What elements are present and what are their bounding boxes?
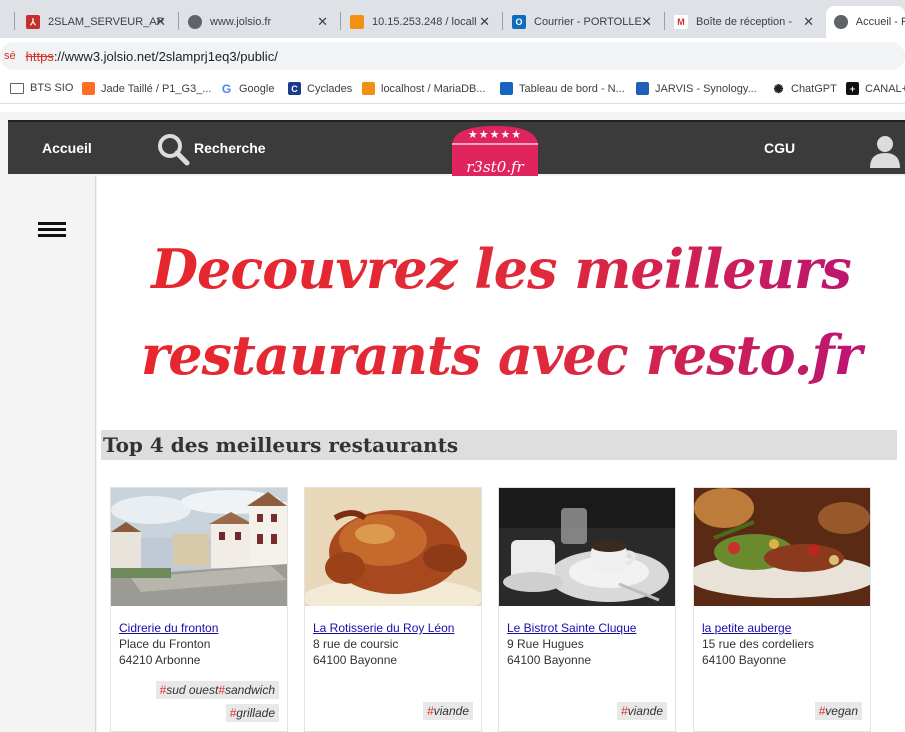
tab-outlook[interactable]: O Courrier - PORTOLLE ✕ xyxy=(504,6,662,38)
tab-separator xyxy=(178,12,179,30)
url-text: ://www3.jolsio.net/2slamprj1eq3/public/ xyxy=(53,48,278,64)
tab-separator xyxy=(14,12,15,30)
bookmark-mariadb[interactable]: localhost / MariaDB... xyxy=(362,82,486,95)
restaurant-photo[interactable] xyxy=(111,488,287,606)
restaurant-tags: #viande xyxy=(421,697,473,720)
tab-jolsio[interactable]: www.jolsio.fr ✕ xyxy=(180,6,338,38)
tab-gmail[interactable]: M Boîte de réception - ✕ xyxy=(666,6,824,38)
nav-cgu-link[interactable]: CGU xyxy=(764,140,795,156)
restaurant-card: La Rotisserie du Roy Léon 8 rue de cours… xyxy=(304,487,482,732)
restaurant-info: la petite auberge 15 rue des cordeliers … xyxy=(694,606,870,668)
user-icon[interactable] xyxy=(867,134,903,168)
globe-icon xyxy=(834,15,848,29)
address-bar[interactable]: sé https ://www3.jolsio.net/2slamprj1eq3… xyxy=(0,42,905,70)
tab-separator xyxy=(340,12,341,30)
bookmark-chatgpt[interactable]: ✺ ChatGPT xyxy=(772,81,837,96)
bookmarks-bar: BTS SIO Jade Taillé / P1_G3_... G Google… xyxy=(0,76,905,104)
dashboard-icon xyxy=(500,82,513,95)
restaurant-city: 64100 Bayonne xyxy=(313,653,398,667)
site-navbar: Accueil Recherche ★★★★★ r3st0.fr CGU xyxy=(8,120,905,186)
bookmark-google[interactable]: G Google xyxy=(220,81,274,96)
restaurant-name-link[interactable]: Cidrerie du fronton xyxy=(119,621,218,635)
restaurant-street: 8 rue de coursic xyxy=(313,637,399,651)
restaurant-card: la petite auberge 15 rue des cordeliers … xyxy=(693,487,871,732)
restaurant-city: 64210 Arbonne xyxy=(119,653,201,667)
web-page: Accueil Recherche ★★★★★ r3st0.fr CGU Dec… xyxy=(0,112,905,732)
restaurant-street: 9 Rue Hugues xyxy=(507,637,584,651)
bookmark-bts-sio[interactable]: BTS SIO xyxy=(10,82,73,94)
tab-separator xyxy=(502,12,503,30)
restaurant-name-link[interactable]: la petite auberge xyxy=(702,621,791,635)
hero-line-1: Decouvrez les meilleurs xyxy=(97,226,905,312)
tag-badge[interactable]: #sud ouest#sandwich xyxy=(155,681,279,699)
tab-phpmyadmin[interactable]: 10.15.253.248 / locall ✕ xyxy=(342,6,500,38)
tag-badge[interactable]: #viande xyxy=(422,702,473,720)
gitlab-icon xyxy=(82,82,95,95)
tag-badge[interactable]: #grillade xyxy=(225,704,279,722)
restaurant-tags: #vegan xyxy=(813,697,862,720)
tag-badge[interactable]: #viande xyxy=(616,702,667,720)
section-title: Top 4 des meilleurs restaurants xyxy=(101,430,897,460)
phpmyadmin-icon xyxy=(350,15,364,29)
close-icon[interactable]: ✕ xyxy=(641,14,652,30)
tab-separator xyxy=(664,12,665,30)
nav-home-link[interactable]: Accueil xyxy=(42,140,92,156)
browser-tab-bar: ⅄ 2SLAM_SERVEUR_AP ✕ www.jolsio.fr ✕ 10.… xyxy=(0,0,905,38)
restaurant-name-link[interactable]: La Rotisserie du Roy Léon xyxy=(313,621,454,635)
security-label[interactable]: sé xyxy=(4,50,16,62)
close-icon[interactable]: ✕ xyxy=(479,14,490,30)
restaurant-photo[interactable] xyxy=(305,488,481,606)
bookmark-canal[interactable]: + CANAL+ xyxy=(846,82,905,95)
bookmark-gitlab[interactable]: Jade Taillé / P1_G3_... xyxy=(82,82,211,95)
restaurant-city: 64100 Bayonne xyxy=(702,653,787,667)
sidebar xyxy=(8,176,96,732)
restaurant-info: Le Bistrot Sainte Cluque 9 Rue Hugues 64… xyxy=(499,606,675,668)
url-scheme: https xyxy=(25,48,54,64)
gmail-icon: M xyxy=(674,15,688,29)
search-icon[interactable] xyxy=(156,132,190,166)
nav-search-link[interactable]: Recherche xyxy=(194,140,266,156)
menu-icon[interactable] xyxy=(38,222,66,238)
restaurant-street: Place du Fronton xyxy=(119,637,211,651)
address-bar-row: sé https ://www3.jolsio.net/2slamprj1eq3… xyxy=(0,38,905,76)
canal-icon: + xyxy=(846,82,859,95)
restaurant-tags: #sud ouest#sandwich #grillade xyxy=(154,676,279,722)
main-content: Decouvrez les meilleurs restaurants avec… xyxy=(97,176,905,732)
close-icon[interactable]: ✕ xyxy=(803,14,814,30)
restaurant-street: 15 rue des cordeliers xyxy=(702,637,815,651)
restaurant-tags: #viande xyxy=(615,697,667,720)
phpmyadmin-icon xyxy=(362,82,375,95)
restaurant-card: Cidrerie du fronton Place du Fronton 642… xyxy=(110,487,288,732)
cyclades-icon: C xyxy=(288,82,301,95)
tag-badge[interactable]: #vegan xyxy=(814,702,862,720)
pdf-icon: ⅄ xyxy=(26,15,40,29)
bookmark-cyclades[interactable]: C Cyclades xyxy=(288,82,352,95)
bookmark-dashboard[interactable]: Tableau de bord - N... xyxy=(500,82,625,95)
restaurant-info: La Rotisserie du Roy Léon 8 rue de cours… xyxy=(305,606,481,668)
logo-text: r3st0.fr xyxy=(466,158,524,176)
synology-icon xyxy=(636,82,649,95)
restaurant-info: Cidrerie du fronton Place du Fronton 642… xyxy=(111,606,287,668)
chatgpt-icon: ✺ xyxy=(772,81,785,96)
outlook-icon: O xyxy=(512,15,526,29)
restaurant-card: Le Bistrot Sainte Cluque 9 Rue Hugues 64… xyxy=(498,487,676,732)
close-icon[interactable]: ✕ xyxy=(317,14,328,30)
close-icon[interactable]: ✕ xyxy=(155,14,166,30)
logo-stars: ★★★★★ xyxy=(467,129,523,141)
restaurant-photo[interactable] xyxy=(694,488,870,606)
bookmark-jarvis[interactable]: JARVIS - Synology... xyxy=(636,82,757,95)
hero-heading: Decouvrez les meilleurs restaurants avec… xyxy=(97,226,905,398)
hero-line-2: restaurants avec resto.fr xyxy=(97,312,905,398)
restaurant-name-link[interactable]: Le Bistrot Sainte Cluque xyxy=(507,621,636,635)
globe-icon xyxy=(188,15,202,29)
restaurant-photo[interactable] xyxy=(499,488,675,606)
google-icon: G xyxy=(220,81,233,96)
tab-pdf[interactable]: ⅄ 2SLAM_SERVEUR_AP ✕ xyxy=(18,6,176,38)
folder-icon xyxy=(10,82,24,94)
restaurant-city: 64100 Bayonne xyxy=(507,653,592,667)
tab-accueil-active[interactable]: Accueil - R xyxy=(826,6,905,38)
